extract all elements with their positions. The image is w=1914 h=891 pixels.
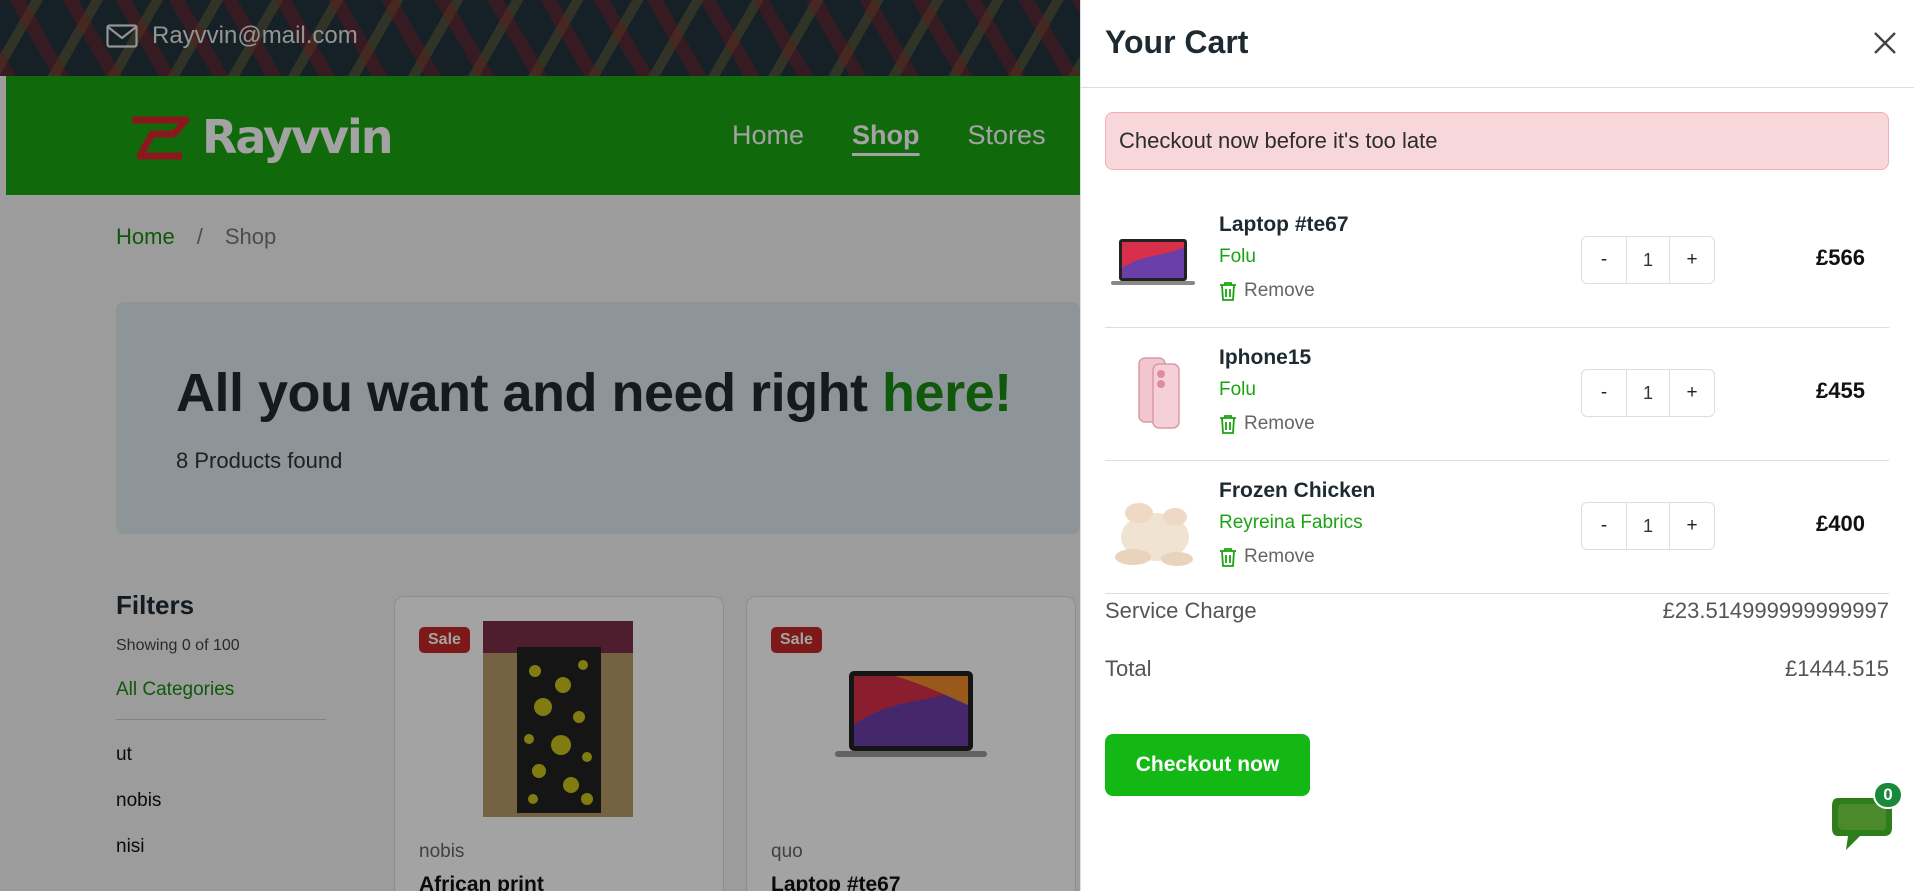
urgency-alert: Checkout now before it's too late [1105,112,1889,170]
item-store[interactable]: Folu [1219,246,1256,268]
item-price: £400 [1816,511,1865,536]
item-price: £566 [1816,245,1865,270]
chicken-icon [1115,503,1193,566]
remove-label: Remove [1244,546,1315,567]
remove-label: Remove [1244,413,1315,434]
quantity-stepper: - 1 + [1581,502,1715,550]
cart-drawer: Your Cart Checkout now before it's too l… [1080,0,1914,891]
laptop-icon [1111,239,1195,285]
decrement-button[interactable]: - [1582,503,1626,549]
modal-backdrop[interactable] [0,0,1080,891]
service-charge-value: £23.514999999999997 [1662,598,1889,623]
close-icon[interactable] [1870,28,1900,58]
remove-label: Remove [1244,280,1315,301]
quantity-stepper: - 1 + [1581,236,1715,284]
service-charge-row: Service Charge £23.514999999999997 [1105,598,1889,624]
quantity-stepper: - 1 + [1581,369,1715,417]
increment-button[interactable]: + [1670,237,1714,283]
total-row: Total £1444.515 [1105,656,1889,682]
cart-item: Frozen Chicken Reyreina Fabrics Remove -… [1105,461,1889,594]
total-label: Total [1105,656,1152,681]
item-store[interactable]: Folu [1219,379,1256,401]
cart-items: Laptop #te67 Folu Remove - 1 + £566 Ipho… [1105,195,1889,594]
service-charge-label: Service Charge [1105,598,1257,623]
total-value: £1444.515 [1785,656,1889,681]
phone-icon [1138,357,1180,429]
page: Rayvvin@mail.com Rayvvin Home Shop Store… [0,0,1914,891]
cart-title: Your Cart [1105,24,1249,60]
remove-button[interactable]: Remove [1219,546,1315,568]
cart-item: Iphone15 Folu Remove - 1 + £455 [1105,328,1889,461]
item-name[interactable]: Frozen Chicken [1219,479,1375,503]
trash-icon [1220,548,1236,567]
cart-item: Laptop #te67 Folu Remove - 1 + £566 [1105,195,1889,328]
decrement-button[interactable]: - [1582,370,1626,416]
quantity-value[interactable]: 1 [1626,503,1670,549]
item-price: £455 [1816,378,1865,403]
remove-button[interactable]: Remove [1219,413,1315,435]
item-store[interactable]: Reyreina Fabrics [1219,512,1363,534]
quantity-value[interactable]: 1 [1626,370,1670,416]
remove-button[interactable]: Remove [1219,280,1315,302]
quantity-value[interactable]: 1 [1626,237,1670,283]
item-name[interactable]: Laptop #te67 [1219,213,1349,237]
chat-badge: 0 [1873,781,1903,809]
increment-button[interactable]: + [1670,370,1714,416]
item-name[interactable]: Iphone15 [1219,346,1311,370]
checkout-button[interactable]: Checkout now [1105,734,1310,796]
decrement-button[interactable]: - [1582,237,1626,283]
trash-icon [1220,282,1236,301]
increment-button[interactable]: + [1670,503,1714,549]
trash-icon [1220,415,1236,434]
cart-header: Your Cart [1081,0,1914,88]
